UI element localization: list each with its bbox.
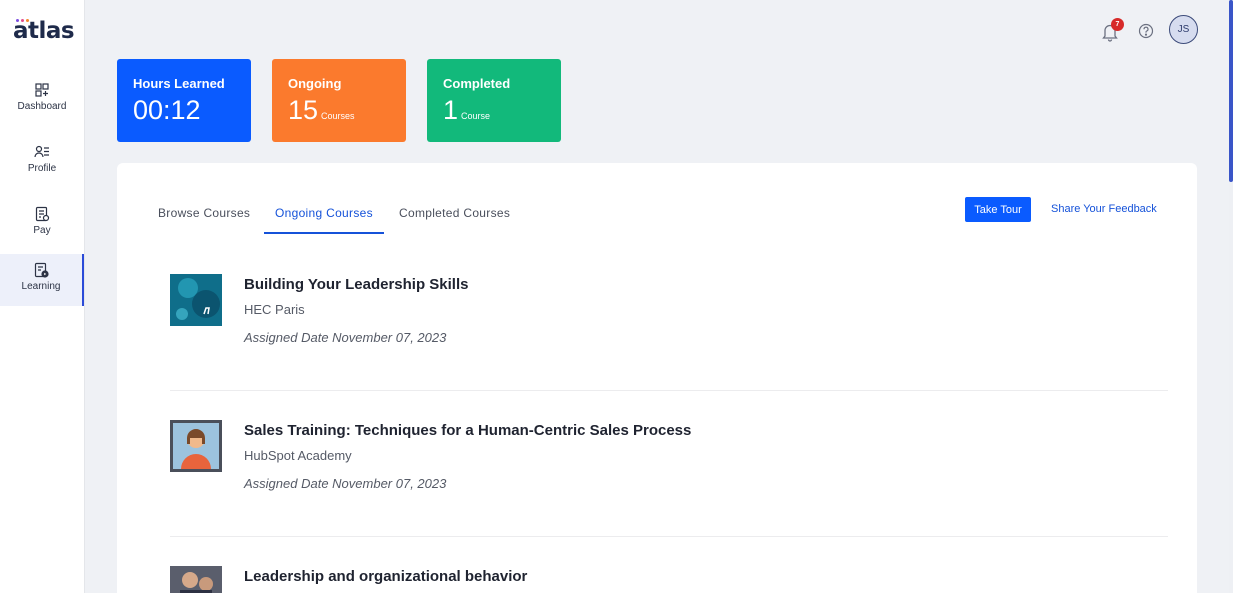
sidebar-item-profile[interactable]: Profile	[0, 136, 84, 188]
stat-title: Ongoing	[288, 76, 342, 91]
atlas-logo[interactable]: atlas	[13, 18, 75, 44]
sidebar: atlas Dashboard Profile Pay Learning	[0, 0, 85, 593]
stat-card-ongoing: Ongoing 15 Courses	[272, 59, 406, 142]
sidebar-item-pay[interactable]: Pay	[0, 198, 84, 250]
pay-document-icon	[35, 206, 50, 222]
stat-unit: Courses	[321, 111, 355, 121]
course-thumbnail-image	[170, 274, 222, 326]
course-thumbnail[interactable]	[170, 274, 222, 326]
tab-browse-courses[interactable]: Browse Courses	[158, 206, 250, 234]
divider	[170, 536, 1168, 537]
course-thumbnail[interactable]	[170, 420, 222, 472]
tab-ongoing-courses[interactable]: Ongoing Courses	[264, 206, 384, 234]
course-provider: HEC Paris	[244, 302, 305, 317]
course-assigned-date: Assigned Date November 07, 2023	[244, 476, 447, 491]
learning-document-icon	[34, 262, 49, 278]
scrollbar-thumb[interactable]	[1229, 0, 1233, 182]
stat-value: 15	[288, 95, 319, 125]
course-thumbnail[interactable]	[170, 566, 222, 593]
course-title[interactable]: Sales Training: Techniques for a Human-C…	[244, 422, 691, 439]
course-title[interactable]: Leadership and organizational behavior	[244, 568, 527, 585]
sidebar-item-dashboard[interactable]: Dashboard	[0, 74, 84, 126]
sidebar-item-learning[interactable]: Learning	[0, 254, 84, 306]
stat-card-completed: Completed 1 Course	[427, 59, 561, 142]
dashboard-grid-icon	[35, 83, 49, 97]
sidebar-item-label: Pay	[33, 225, 51, 236]
avatar[interactable]: JS	[1169, 15, 1198, 44]
help-icon[interactable]	[1138, 23, 1154, 39]
divider	[170, 390, 1168, 391]
stat-title: Hours Learned	[133, 76, 225, 91]
logo-text: atlas	[13, 18, 75, 44]
take-tour-button[interactable]: Take Tour	[965, 197, 1031, 222]
sidebar-item-label: Profile	[27, 163, 57, 174]
stat-title: Completed	[443, 76, 511, 91]
course-thumbnail-image	[170, 420, 222, 472]
stat-unit: Course	[461, 111, 491, 121]
stat-value: 00:12	[133, 95, 201, 125]
course-assigned-date: Assigned Date November 07, 2023	[244, 330, 447, 345]
profile-list-icon	[34, 145, 49, 158]
sidebar-item-label: Dashboard	[17, 101, 67, 112]
stat-value: 1	[443, 95, 459, 125]
course-thumbnail-image	[170, 566, 222, 593]
stat-card-hours-learned: Hours Learned 00:12	[117, 59, 251, 142]
tab-completed-courses[interactable]: Completed Courses	[399, 206, 510, 234]
sidebar-item-label: Learning	[21, 281, 61, 292]
course-provider: HubSpot Academy	[244, 448, 352, 463]
notification-badge: 7	[1111, 18, 1124, 31]
course-title[interactable]: Building Your Leadership Skills	[244, 276, 469, 293]
share-feedback-link[interactable]: Share Your Feedback	[1051, 203, 1157, 215]
